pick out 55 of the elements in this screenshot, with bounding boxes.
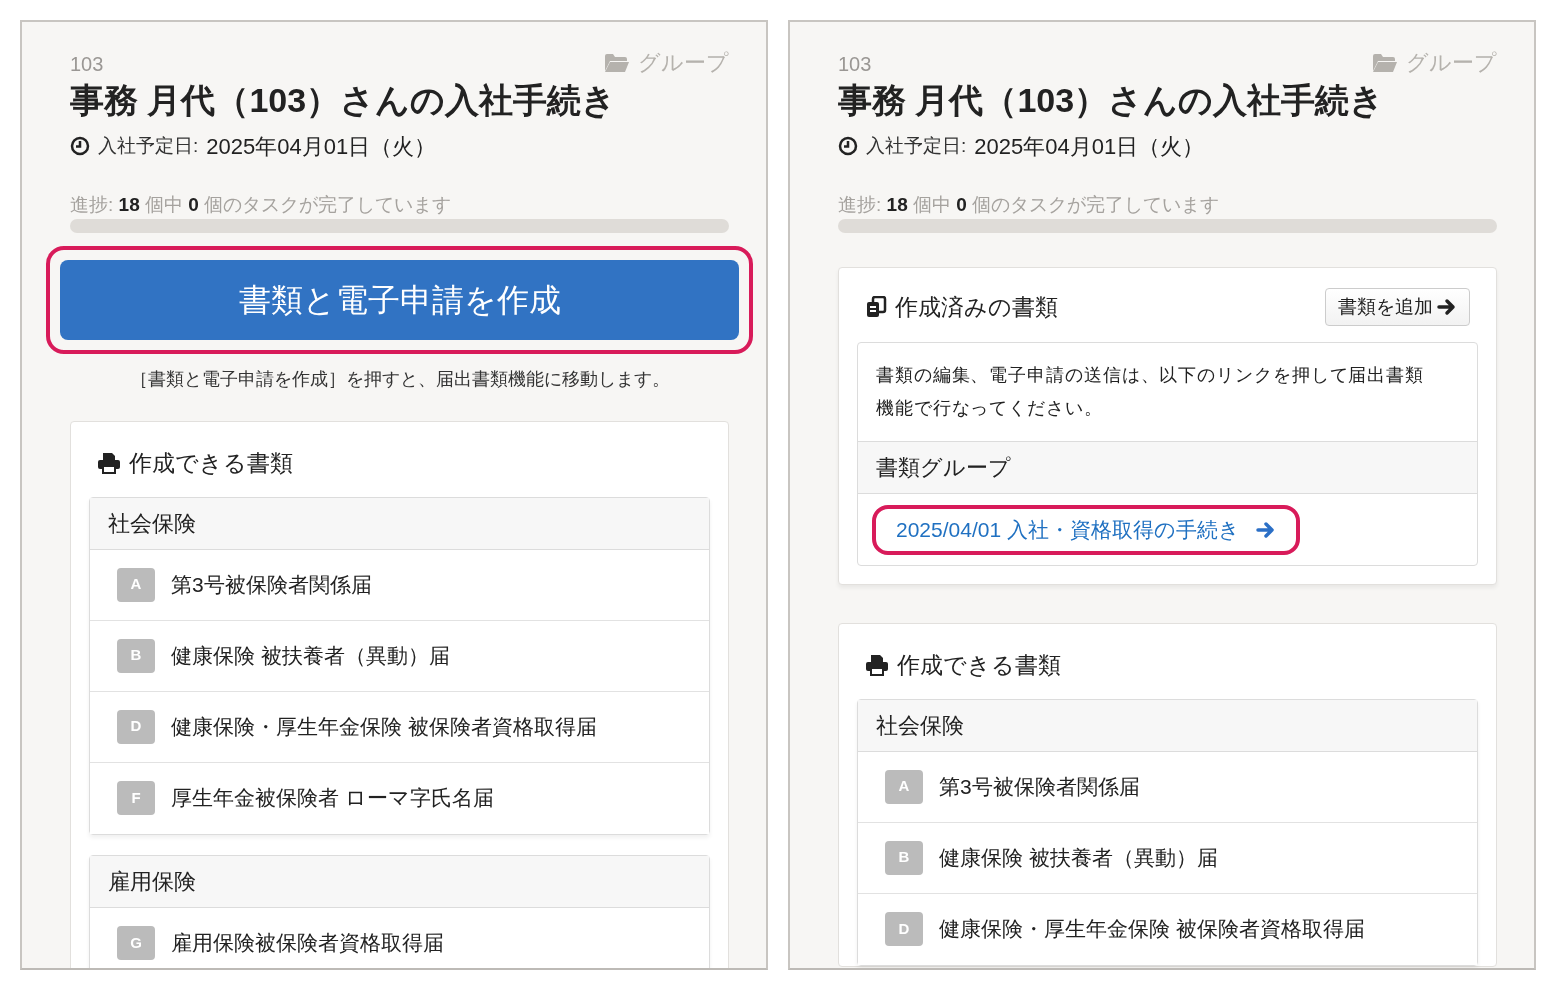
form-name: 健康保険・厚生年金保険 被保険者資格取得届 [171,713,597,740]
add-document-button[interactable]: 書類を追加 [1325,288,1470,326]
form-row[interactable]: A 第3号被保険者関係届 [858,751,1477,823]
folder-icon [1372,52,1398,73]
documents-icon [865,296,887,318]
start-date-label: 入社予定日: [98,133,199,158]
start-date: 2025年04月01日（火） [974,132,1205,161]
form-badge: G [117,926,155,960]
form-row[interactable]: G 雇用保険被保険者資格取得届 [90,907,709,968]
form-row[interactable]: D 健康保険・厚生年金保険 被保険者資格取得届 [858,893,1477,965]
instruction-text: 書類の編集、電子申請の送信は、以下のリンクを押して届出書類機能で行なってください。 [875,364,1426,420]
form-badge: A [885,769,923,804]
form-name: 健康保険・厚生年金保険 被保険者資格取得届 [939,916,1365,943]
form-row[interactable]: B 健康保険 被扶養者（異動）届 [858,822,1477,894]
printer-icon [865,654,889,677]
form-badge: A [117,567,155,602]
group-header: 雇用保険 [90,855,709,908]
arrow-right-icon [1255,520,1276,539]
form-row[interactable]: B 健康保険 被扶養者（異動）届 [90,620,709,692]
progress-text: 進捗: 18 個中 0 個のタスクが完了しています [70,192,453,217]
group-header: 書類グループ [858,441,1477,494]
clock-icon [838,136,858,156]
form-row[interactable]: D 健康保険・厚生年金保険 被保険者資格取得届 [90,691,709,763]
form-name: 第3号被保険者関係届 [171,571,372,598]
employee-number: 103 [70,52,104,77]
clock-icon [70,136,90,156]
employee-number: 103 [838,52,872,77]
form-name: 雇用保険被保険者資格取得届 [171,930,444,957]
document-group-link[interactable]: 2025/04/01 入社・資格取得の手続き [872,504,1300,555]
page-title: 事務 月代（103）さんの入社手続き [838,80,1386,121]
folder-icon [604,52,630,73]
card-title: 作成できる書類 [897,651,1061,680]
card-title: 作成できる書類 [129,449,293,478]
group-header: 社会保険 [858,699,1477,752]
form-row[interactable]: F 厚生年金被保険者 ローマ字氏名届 [90,762,709,834]
create-documents-button[interactable]: 書類と電子申請を作成 [60,260,739,340]
form-badge: B [885,840,923,875]
form-row[interactable]: A 第3号被保険者関係届 [90,549,709,621]
arrow-right-icon [1437,298,1457,316]
form-name: 健康保険 被扶養者（異動）届 [171,642,450,669]
page-title: 事務 月代（103）さんの入社手続き [70,80,618,121]
group-header: 社会保険 [90,497,709,550]
form-name: 厚生年金被保険者 ローマ字氏名届 [171,785,494,812]
progress-text: 進捗: 18 個中 0 個のタスクが完了しています [838,192,1221,217]
printer-icon [97,452,121,475]
form-badge: D [885,912,923,946]
start-date-label: 入社予定日: [866,133,967,158]
create-note: ［書類と電子申請を作成］を押すと、届出書類機能に移動します。 [128,368,671,391]
form-badge: B [117,638,155,673]
form-badge: D [117,709,155,744]
form-name: 健康保険 被扶養者（異動）届 [939,844,1218,871]
form-name: 第3号被保険者関係届 [939,773,1140,800]
card-title: 作成済みの書類 [895,292,1058,322]
start-date: 2025年04月01日（火） [206,132,437,161]
form-badge: F [117,781,155,815]
